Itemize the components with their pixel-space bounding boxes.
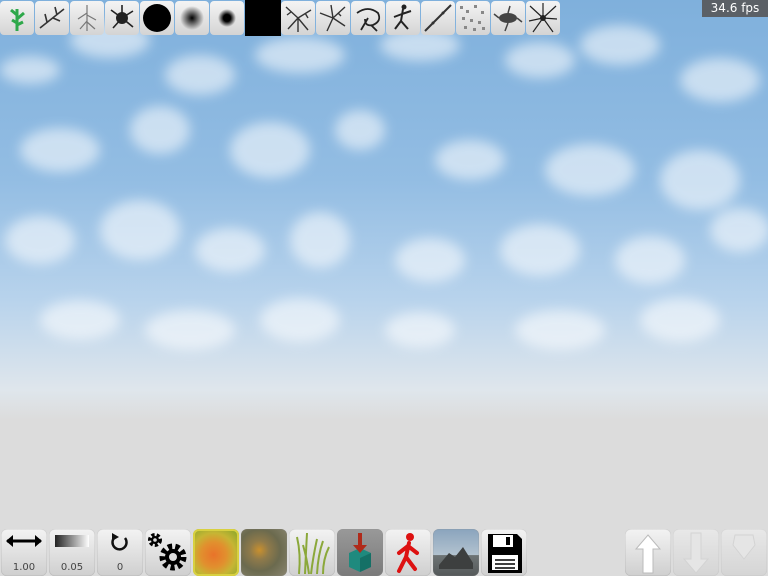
opacity-value: 0.05 xyxy=(60,562,84,573)
floppy-disk-icon xyxy=(488,534,522,573)
save-button[interactable] xyxy=(481,529,527,576)
swirl-brush-icon[interactable] xyxy=(351,1,385,35)
small-round-brush-icon[interactable] xyxy=(210,1,244,35)
line-brush-icon[interactable] xyxy=(421,1,455,35)
brush-toolbar xyxy=(0,0,561,36)
box-download-icon xyxy=(349,533,371,572)
raise-terrain-button[interactable] xyxy=(625,529,671,576)
mountain-icon xyxy=(439,547,473,569)
arrow-down-icon xyxy=(682,532,710,574)
shield-icon xyxy=(732,534,756,560)
splatter-brush-icon[interactable] xyxy=(491,1,525,35)
opacity-control[interactable]: 0.05 xyxy=(49,529,95,576)
settings-button[interactable] xyxy=(145,529,191,576)
terrain-view-button[interactable] xyxy=(433,529,479,576)
soft-round-brush-icon[interactable] xyxy=(175,1,209,35)
grass-icon xyxy=(296,532,330,575)
smooth-terrain-button[interactable] xyxy=(721,529,767,576)
rotation-value: 0 xyxy=(116,562,124,573)
noise-brush-icon[interactable] xyxy=(456,1,490,35)
walk-mode-button[interactable] xyxy=(385,529,431,576)
figure-brush-icon[interactable] xyxy=(386,1,420,35)
gear-icon xyxy=(148,533,187,571)
bottom-toolbar: 1.00 0.05 0 xyxy=(0,527,768,576)
texture-ground-button[interactable] xyxy=(241,529,287,576)
solid-square-brush-icon[interactable] xyxy=(245,0,281,36)
root-brush-icon[interactable] xyxy=(70,1,104,35)
hard-round-brush-icon[interactable] xyxy=(140,1,174,35)
splat-brush-icon[interactable] xyxy=(105,1,139,35)
tree-brush-icon[interactable] xyxy=(0,1,34,35)
rotation-control[interactable]: 0 xyxy=(97,529,143,576)
cloud-layer xyxy=(0,22,768,350)
arrow-up-icon xyxy=(634,534,662,574)
spider-brush-icon[interactable] xyxy=(526,1,560,35)
branch-brush-icon[interactable] xyxy=(35,1,69,35)
crack-brush-icon[interactable] xyxy=(281,1,315,35)
import-model-button[interactable] xyxy=(337,529,383,576)
fps-counter: 34.6 fps xyxy=(702,0,768,17)
crack-brush-2-icon[interactable] xyxy=(316,1,350,35)
grass-button[interactable] xyxy=(289,529,335,576)
texture-orange-button[interactable] xyxy=(193,529,239,576)
sky-scene[interactable] xyxy=(0,0,768,576)
lower-terrain-button[interactable] xyxy=(673,529,719,576)
brush-size-control[interactable]: 1.00 xyxy=(1,529,47,576)
brush-size-value: 1.00 xyxy=(12,562,36,573)
walking-person-icon xyxy=(397,533,419,573)
